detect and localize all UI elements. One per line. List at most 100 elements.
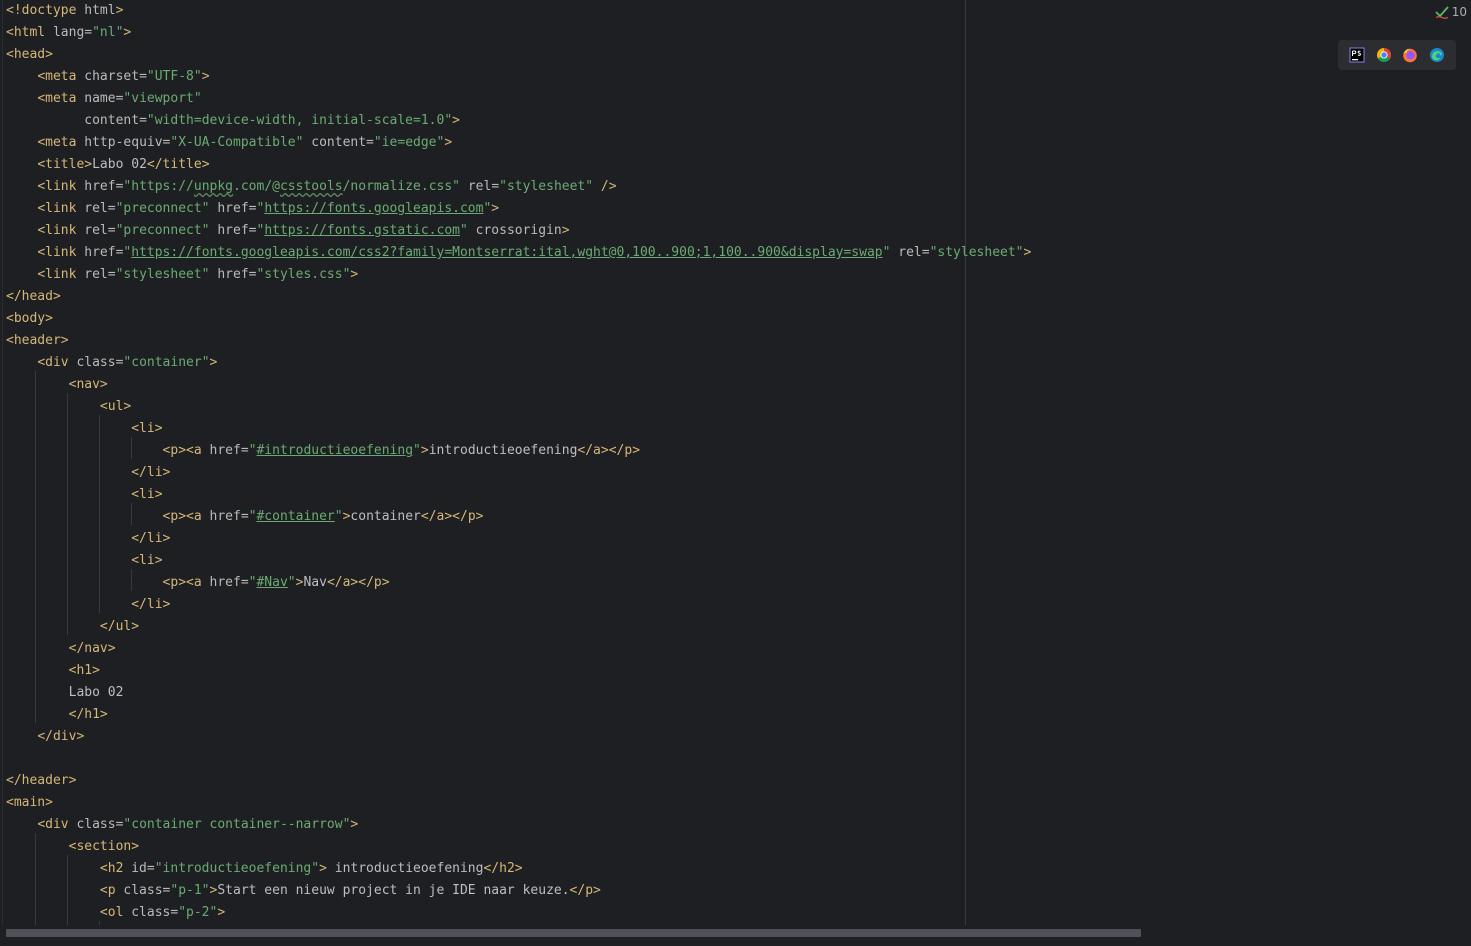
code-token: <meta <box>37 135 85 150</box>
code-token: <p><a <box>162 509 210 524</box>
code-token: " <box>459 223 468 238</box>
code-line[interactable]: </head> <box>6 286 61 308</box>
code-token: class= <box>123 883 171 898</box>
code-token: "container container--narrow" <box>123 817 351 832</box>
code-line[interactable]: </header> <box>6 770 76 792</box>
code-line[interactable]: content="width=device-width, initial-sca… <box>6 110 460 132</box>
code-token: " <box>413 443 421 458</box>
firefox-icon[interactable] <box>1402 47 1418 63</box>
code-token: </p> <box>569 883 601 898</box>
code-line[interactable]: <li> <box>6 418 162 440</box>
edge-icon[interactable] <box>1429 47 1445 63</box>
code-line[interactable]: <html lang="nl"> <box>6 22 131 44</box>
code-token: rel= <box>84 223 116 238</box>
phpstorm-icon[interactable] <box>1349 47 1365 63</box>
code-token: content= <box>303 135 374 150</box>
horizontal-scrollbar[interactable] <box>0 925 1471 939</box>
code-line[interactable]: </li> <box>6 594 170 616</box>
code-line[interactable]: <link href="https://fonts.googleapis.com… <box>6 242 1031 264</box>
code-token: "ie=edge" <box>373 135 445 150</box>
code-line[interactable]: <header> <box>6 330 69 352</box>
code-line[interactable]: <meta charset="UTF-8"> <box>6 66 209 88</box>
code-token: "p-2" <box>178 905 218 920</box>
code-token: https://fonts.googleapis.com <box>264 201 484 216</box>
code-token: "https:// <box>123 179 194 194</box>
code-token: href= <box>209 443 249 458</box>
code-line[interactable]: </div> <box>6 726 84 748</box>
code-token: Labo 02 <box>92 157 147 172</box>
code-line[interactable]: <h2 id="introductieoefening"> introducti… <box>6 858 523 880</box>
code-line[interactable]: </ul> <box>6 616 139 638</box>
code-line[interactable]: <link rel="stylesheet" href="styles.css"… <box>6 264 358 286</box>
code-token: </head> <box>6 289 61 304</box>
code-token: .com/@ <box>233 179 280 194</box>
code-line[interactable]: <ul> <box>6 396 131 418</box>
code-line[interactable]: <li> <box>6 484 162 506</box>
code-line[interactable]: </h1> <box>6 704 108 726</box>
code-line[interactable]: <!doctype html> <box>6 0 123 22</box>
code-line[interactable]: <meta name="viewport" <box>6 88 201 110</box>
code-token: "stylesheet" <box>929 245 1024 260</box>
code-line[interactable]: <main> <box>6 792 53 814</box>
code-line[interactable]: <link rel="preconnect" href="https://fon… <box>6 220 569 242</box>
code-token: > <box>319 861 327 876</box>
code-token: class= <box>76 355 124 370</box>
code-line[interactable]: <meta http-equiv="X-UA-Compatible" conte… <box>6 132 452 154</box>
code-line[interactable]: <p class="p-1">Start een nieuw project i… <box>6 880 601 902</box>
code-line[interactable]: <nav> <box>6 374 108 396</box>
code-token: "stylesheet" <box>115 267 210 282</box>
code-line[interactable]: <title>Labo 02</title> <box>6 154 210 176</box>
code-token: "X-UA-Compatible" <box>170 135 304 150</box>
code-line[interactable]: <section> <box>6 836 139 858</box>
code-line[interactable]: <ol class="p-2"> <box>6 902 225 924</box>
code-token: > <box>350 267 359 282</box>
code-line[interactable]: <li> <box>6 550 162 572</box>
code-token: #introductieoefening <box>256 443 414 458</box>
code-token: <ul> <box>99 399 132 414</box>
code-token: </h1> <box>68 707 108 722</box>
code-token: > <box>115 3 124 18</box>
inspection-widget[interactable]: 10 <box>1435 3 1467 21</box>
code-editor[interactable]: <!doctype html> <html lang="nl"> <head> <m… <box>0 0 1471 942</box>
code-line[interactable]: <p><a href="#Nav">Nav</a></p> <box>6 572 390 594</box>
code-token: > <box>491 201 500 216</box>
code-line[interactable]: <p><a href="#container">container</a></p… <box>6 506 484 528</box>
code-line[interactable]: </li> <box>6 462 170 484</box>
code-token: rel= <box>460 179 500 194</box>
code-line[interactable]: <div class="container"> <box>6 352 217 374</box>
code-line[interactable]: <div class="container container--narrow"… <box>6 814 358 836</box>
code-token: <!doctype <box>6 3 85 18</box>
code-token: <link <box>37 201 85 216</box>
code-line[interactable]: <link rel="preconnect" href="https://fon… <box>6 198 499 220</box>
code-line[interactable]: <link href="https://unpkg.com/@csstools/… <box>6 176 616 198</box>
code-line[interactable]: <p><a href="#introductieoefening">introd… <box>6 440 640 462</box>
horizontal-scrollbar-thumb[interactable] <box>6 929 1141 937</box>
code-line[interactable]: <h1> <box>6 660 100 682</box>
chrome-icon[interactable] <box>1376 47 1392 63</box>
code-line[interactable]: Labo 02 <box>6 682 124 704</box>
code-token: </title> <box>146 157 210 172</box>
code-token: href= <box>209 267 257 282</box>
code-token: href= <box>209 201 257 216</box>
code-line[interactable]: <head> <box>6 44 53 66</box>
code-token: </h2> <box>483 861 523 876</box>
code-token: > <box>350 817 359 832</box>
code-line[interactable]: <body> <box>6 308 53 330</box>
code-line[interactable]: </li> <box>6 528 170 550</box>
code-line[interactable]: </nav> <box>6 638 116 660</box>
